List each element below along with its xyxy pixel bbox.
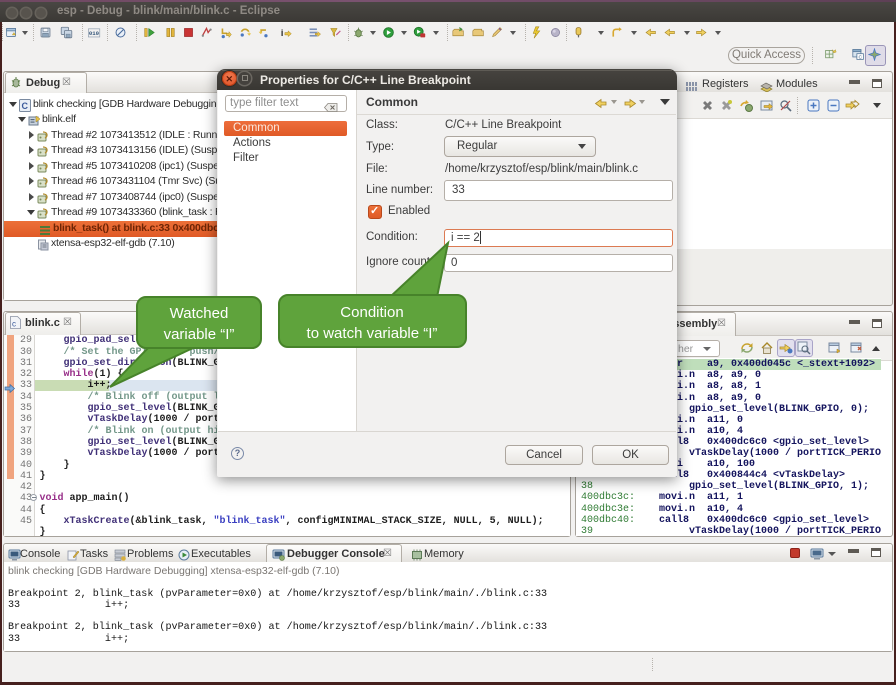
svg-text:i: i (281, 28, 283, 38)
svg-text:variable “I”: variable “I” (164, 326, 235, 343)
svg-text:010: 010 (89, 30, 100, 37)
svg-text:Condition: Condition (340, 304, 403, 321)
svg-text:C: C (859, 55, 863, 61)
svg-text:Watched: Watched (170, 305, 229, 322)
svg-text:C: C (22, 101, 29, 111)
svg-text:c: c (12, 320, 16, 329)
svg-text:to watch variable “I”: to watch variable “I” (307, 325, 438, 342)
